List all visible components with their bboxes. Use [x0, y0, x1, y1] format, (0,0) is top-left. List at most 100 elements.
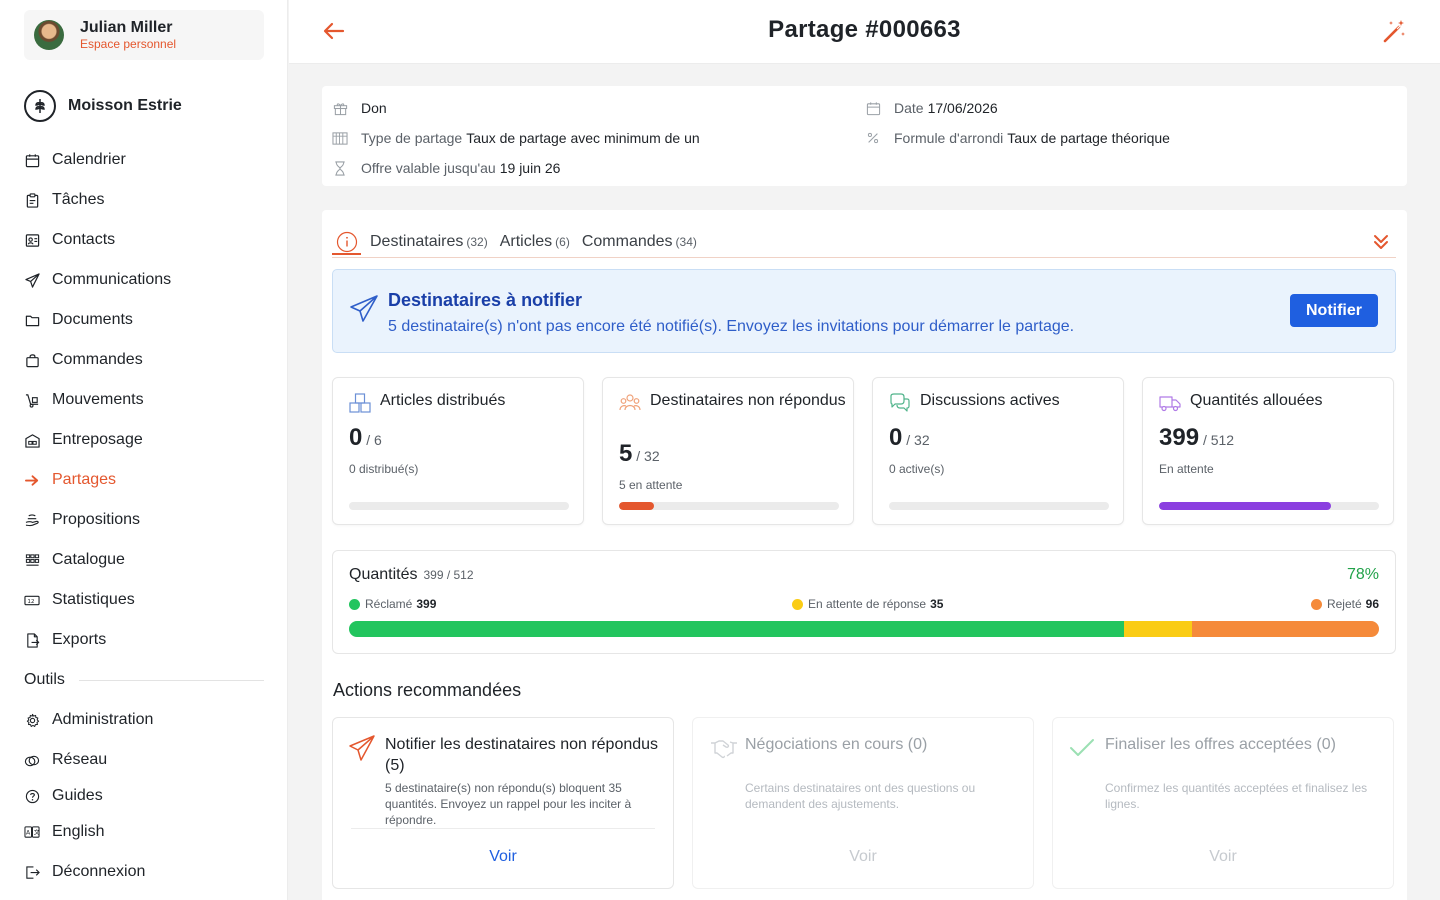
quantities-count: 399 / 512 [423, 568, 474, 582]
quantities-segment-claimed [349, 621, 1125, 637]
action-view-button[interactable]: Voir [333, 848, 673, 866]
nav-item-label: Catalogue [52, 551, 125, 568]
delivery-truck-icon [1159, 396, 1181, 412]
stat-subtitle: En attente [1159, 462, 1214, 476]
hand-truck-icon [24, 392, 40, 408]
nav-item-label: Contacts [52, 231, 116, 248]
nav-item-partages[interactable]: Partages [24, 460, 264, 500]
nav-item-label: Documents [52, 311, 133, 328]
action-description: Confirmez les quantités acceptées et fin… [1105, 781, 1368, 811]
nav-section-outils: Outils [24, 660, 264, 700]
tab-commandes[interactable]: Commandes (34) [582, 233, 697, 251]
nav-item-label: Calendrier [52, 151, 126, 168]
nav-item-documents[interactable]: Documents [24, 300, 264, 340]
stat-card-articles[interactable]: Articles distribués 0 / 6 0 distribué(s) [332, 377, 584, 525]
action-view-button[interactable]: Voir [693, 848, 1033, 866]
tab-articles[interactable]: Articles (6) [500, 233, 570, 251]
tab-destinataires[interactable]: Destinataires (32) [370, 233, 488, 251]
stat-subtitle: 0 distribué(s) [349, 462, 419, 476]
info-valid-until: Offre valable jusqu'au 19 juin 26 [332, 160, 560, 176]
calendar-icon [865, 100, 881, 116]
info-share-type: Type de partage Taux de partage avec min… [332, 130, 700, 146]
clipboard-icon [24, 192, 40, 208]
calendar-icon [24, 152, 40, 168]
nav-item-label: Réseau [52, 751, 108, 768]
notify-button[interactable]: Notifier [1290, 294, 1378, 327]
legend-claimed: Réclamé 399 [349, 597, 436, 611]
stat-progress-bar [1159, 502, 1379, 510]
nav-item-administration[interactable]: Administration [24, 700, 264, 740]
page-title: Partage #000663 [768, 16, 961, 43]
info-share-type-label: Type de partage [361, 130, 463, 146]
nav-item-calendrier[interactable]: Calendrier [24, 140, 264, 180]
magic-wand-icon [1383, 20, 1405, 43]
nav-item-commandes[interactable]: Commandes [24, 340, 264, 380]
legend-rejected: Rejeté 96 [1310, 597, 1379, 611]
stat-card-discussions[interactable]: Discussions actives 0 / 32 0 active(s) [872, 377, 1124, 525]
user-name: Julian Miller [80, 18, 173, 36]
action-description: 5 destinataire(s) non répondu(s) bloquen… [385, 781, 632, 827]
shopping-bag-icon [24, 352, 40, 368]
nav-item-taches[interactable]: Tâches [24, 180, 264, 220]
nav-item-label: Administration [52, 711, 154, 728]
action-title: Notifier les destinataires non répondus … [385, 736, 659, 774]
user-subtitle: Espace personnel [80, 36, 177, 51]
nav-item-english[interactable]: A文 English [24, 812, 264, 852]
notify-title: Destinataires à notifier [388, 290, 583, 310]
tab-count: (32) [466, 234, 488, 249]
nav-item-label: Guides [52, 787, 103, 804]
stat-value: 399 / 512 [1159, 424, 1235, 451]
info-date-label: Date [894, 100, 924, 116]
magic-wand-button[interactable] [1382, 18, 1408, 44]
nav-item-deconnexion[interactable]: Déconnexion [24, 852, 264, 892]
file-export-icon [24, 632, 40, 648]
stat-card-quantites[interactable]: Quantités allouées 399 / 512 En attente [1142, 377, 1394, 525]
stat-card-destinataires[interactable]: Destinataires non répondus 5 / 32 5 en a… [602, 377, 854, 525]
info-type-value: Don [361, 100, 387, 116]
quantities-segment-pending [1124, 621, 1193, 637]
action-description: Certains destinataires ont des questions… [745, 781, 976, 811]
nav-item-catalogue[interactable]: Catalogue [24, 540, 264, 580]
actions-title: Actions recommandées [333, 680, 522, 700]
tab-bar: Destinataires (32) Articles (6) Commande… [332, 226, 1396, 258]
nav-item-communications[interactable]: Communications [24, 260, 264, 300]
nav-item-contacts[interactable]: Contacts [24, 220, 264, 260]
nav-item-reseau[interactable]: Réseau [24, 740, 264, 780]
nav-item-statistiques[interactable]: 12 Statistiques [24, 580, 264, 620]
user-card[interactable]: Julian Miller Espace personnel [24, 10, 264, 60]
nav-item-guides[interactable]: Guides [24, 780, 264, 812]
stat-subtitle: 0 active(s) [889, 462, 945, 476]
boxes-icon [349, 393, 371, 413]
help-icon [24, 788, 40, 804]
nav-item-label: Communications [52, 271, 172, 288]
tab-label: Articles [499, 232, 553, 250]
percent-icon [865, 130, 881, 146]
logout-icon [24, 864, 40, 880]
contact-card-icon [24, 232, 40, 248]
nav-item-exports[interactable]: Exports [24, 620, 264, 660]
users-icon [619, 394, 641, 411]
organization[interactable]: Moisson Estrie [24, 90, 182, 122]
nav-item-propositions[interactable]: Propositions [24, 500, 264, 540]
tab-label: Destinataires [370, 232, 464, 250]
info-type: Don [332, 100, 387, 116]
action-view-button[interactable]: Voir [1053, 848, 1393, 866]
quantities-bar [349, 621, 1379, 637]
stat-progress-bar [889, 502, 1109, 510]
legend-pending: En attente de réponse 35 [792, 597, 943, 611]
quantities-percent: 78% [1346, 566, 1379, 583]
checkmark-icon [1070, 739, 1094, 756]
divider [78, 679, 264, 681]
action-title: Finaliser les offres acceptées (0) [1105, 736, 1336, 753]
chat-icon [890, 393, 910, 412]
info-rounding-label: Formule d'arrondi [894, 130, 1004, 146]
info-valid-label: Offre valable jusqu'au [361, 160, 496, 176]
nav-item-entreposage[interactable]: Entreposage [24, 420, 264, 460]
info-icon[interactable] [336, 231, 358, 253]
nav-item-mouvements[interactable]: Mouvements [24, 380, 264, 420]
collapse-button[interactable] [1372, 233, 1390, 251]
stat-value: 5 / 32 [619, 440, 660, 467]
action-card-negotiations: Négociations en cours (0) Certains desti… [692, 717, 1034, 889]
arrow-right-icon [24, 472, 40, 488]
quantities-title: Quantités 399 / 512 [349, 566, 474, 583]
